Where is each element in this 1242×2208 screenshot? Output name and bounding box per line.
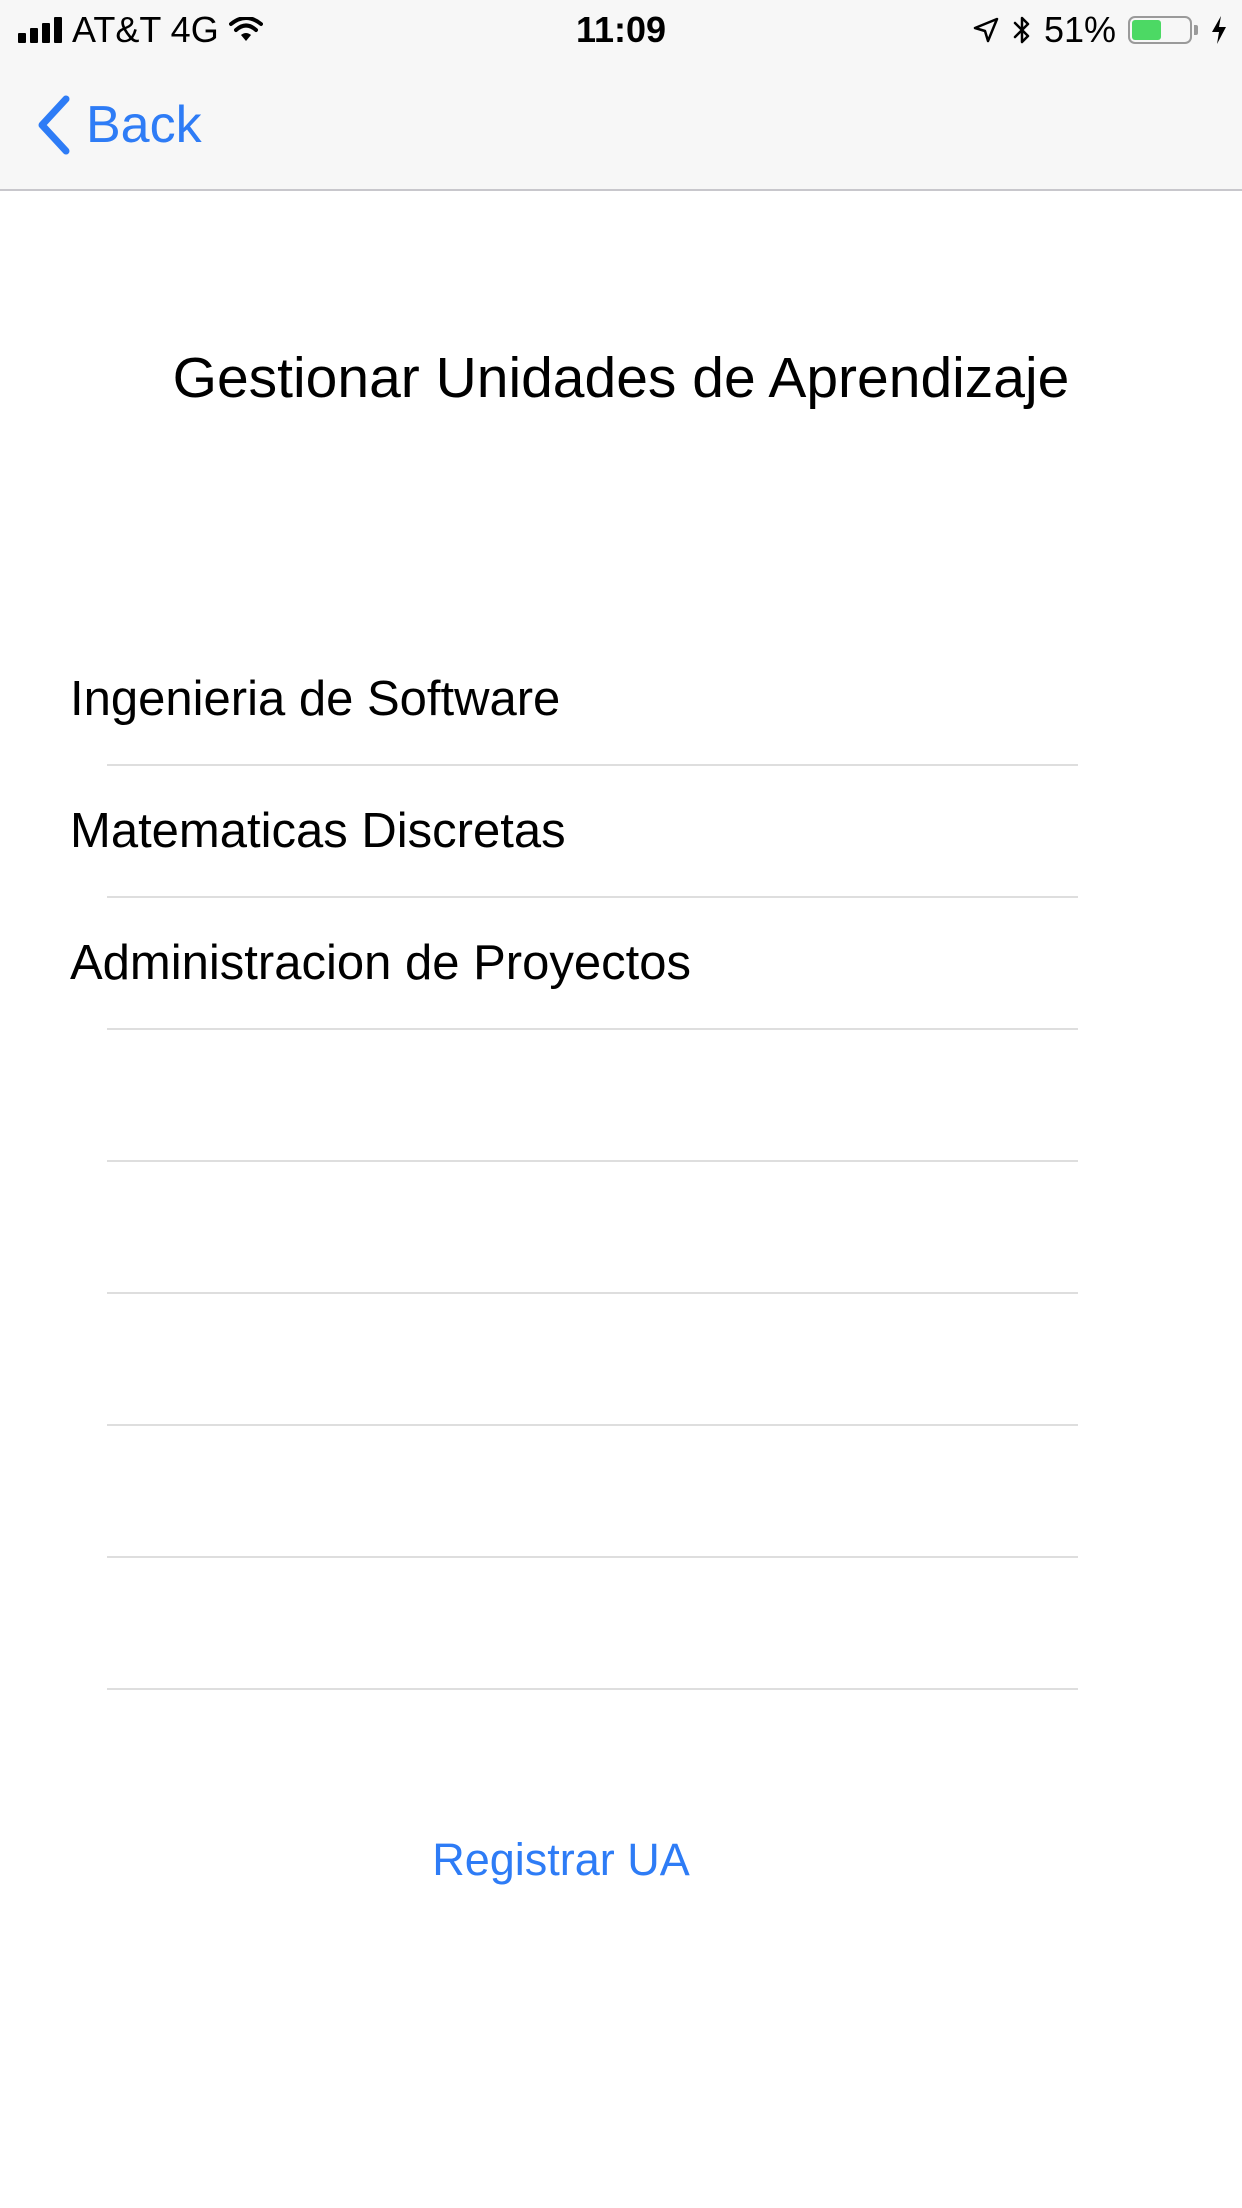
chevron-left-icon: [38, 95, 70, 155]
list-item: [0, 1294, 1242, 1426]
battery-percent: 51%: [1043, 9, 1116, 50]
charging-icon: [1212, 16, 1226, 44]
list-item[interactable]: Ingenieria de Software: [0, 634, 1242, 766]
list-item[interactable]: Matematicas Discretas: [0, 766, 1242, 898]
back-button[interactable]: Back: [36, 90, 202, 160]
ua-list: Ingenieria de Software Matematicas Discr…: [0, 634, 1242, 1690]
list-item-label: Administracion de Proyectos: [70, 936, 691, 990]
status-bar: AT&T 4G 11:09 51%: [0, 0, 1242, 60]
list-item-label: Matematicas Discretas: [70, 804, 566, 858]
list-item: [0, 1558, 1242, 1690]
list-item[interactable]: Administracion de Proyectos: [0, 898, 1242, 1030]
row-separator: [107, 1688, 1078, 1690]
status-right: 51%: [972, 8, 1228, 52]
page-title: Gestionar Unidades de Aprendizaje: [172, 346, 1070, 410]
battery-fill: [1132, 20, 1161, 40]
navigation-bar: Back: [0, 60, 1242, 191]
back-button-label: Back: [86, 96, 202, 154]
list-item-label: Ingenieria de Software: [70, 672, 561, 726]
list-item: [0, 1162, 1242, 1294]
list-item: [0, 1426, 1242, 1558]
battery-icon: [1128, 16, 1198, 44]
list-item: [0, 1030, 1242, 1162]
bluetooth-icon: [1013, 16, 1030, 44]
location-icon: [973, 17, 999, 43]
register-ua-button[interactable]: Registrar UA: [0, 1820, 1122, 1900]
